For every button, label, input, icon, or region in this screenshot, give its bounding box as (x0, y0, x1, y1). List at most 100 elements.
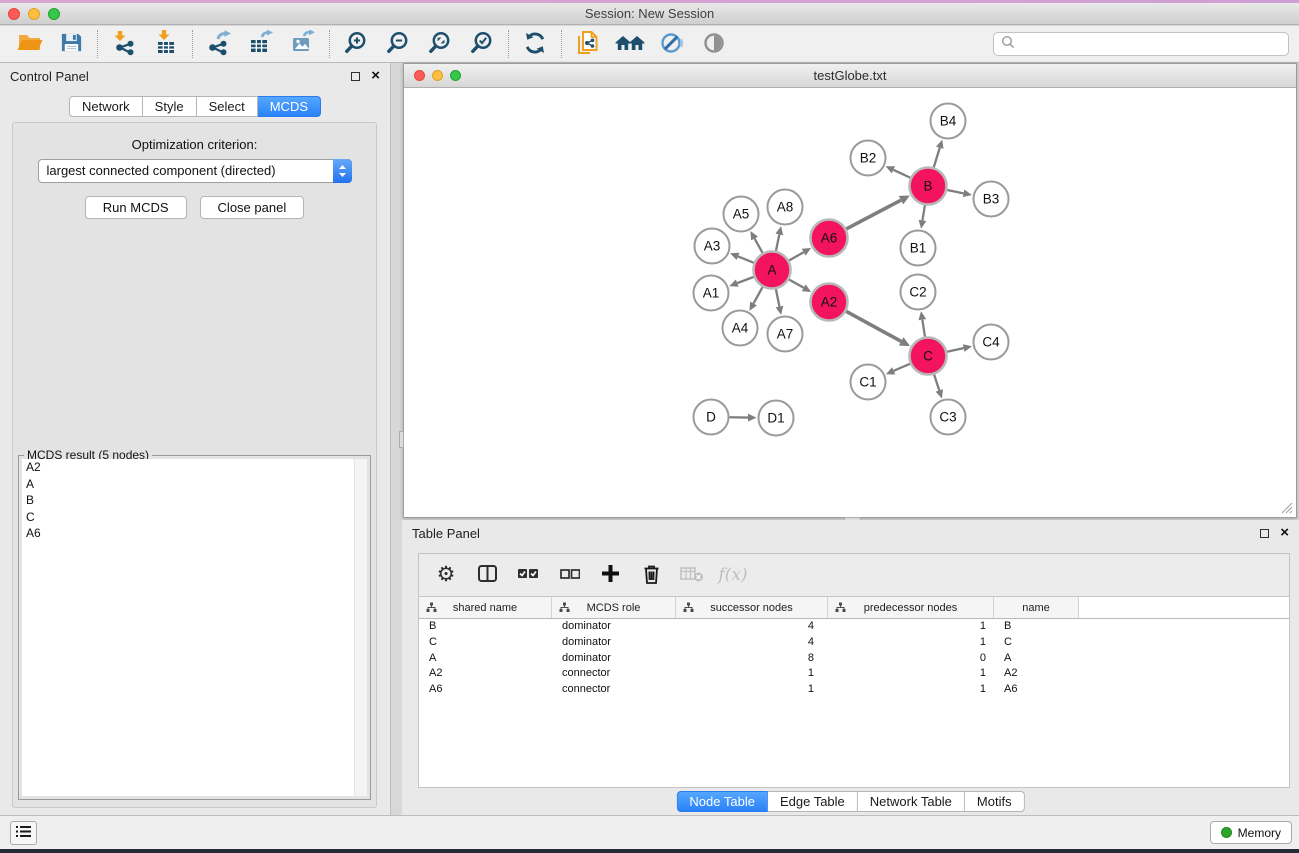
table-settings-button[interactable]: ⚙ (429, 559, 463, 591)
function-builder-button[interactable]: f(x) (716, 559, 750, 591)
export-network-button[interactable] (198, 28, 240, 60)
zoom-fit-button[interactable] (419, 28, 461, 60)
table-cell[interactable]: A (419, 651, 552, 667)
import-table-button[interactable] (145, 28, 187, 60)
tab-network-table[interactable]: Network Table (858, 791, 965, 812)
tab-select[interactable]: Select (197, 96, 258, 117)
table-cell[interactable]: 4 (676, 619, 828, 635)
hide-graphics-details-button[interactable] (651, 28, 693, 60)
table-row[interactable]: Cdominator41C (419, 635, 1289, 651)
table-cell[interactable]: 1 (828, 666, 994, 682)
table-cell[interactable]: 1 (676, 666, 828, 682)
graph-edge-C-C3[interactable] (934, 375, 939, 391)
delete-table-button[interactable] (675, 559, 709, 591)
column-header-MCDS-role[interactable]: MCDS role (552, 597, 676, 618)
deselect-all-button[interactable] (552, 559, 586, 591)
home-view-button[interactable] (609, 28, 651, 60)
mcds-result-item[interactable]: B (22, 492, 367, 509)
table-row[interactable]: Bdominator41B (419, 619, 1289, 635)
tab-mcds[interactable]: MCDS (258, 96, 321, 117)
tab-style[interactable]: Style (143, 96, 197, 117)
table-row[interactable]: A2connector11A2 (419, 666, 1289, 682)
table-cell[interactable]: C (994, 635, 1079, 651)
column-header-successor-nodes[interactable]: successor nodes (676, 597, 828, 618)
mcds-result-item[interactable]: A2 (22, 459, 367, 476)
graph-edge-A-A2[interactable] (789, 280, 804, 288)
graph-edge-A-A6[interactable] (789, 252, 804, 260)
float-table-panel-icon[interactable] (1260, 529, 1269, 538)
mcds-result-scrollbar[interactable] (354, 459, 367, 796)
close-panel-icon[interactable]: × (371, 71, 380, 81)
search-field[interactable] (993, 32, 1289, 56)
tab-node-table[interactable]: Node Table (676, 791, 768, 812)
graph-edge-C-C2[interactable] (922, 320, 925, 337)
zoom-out-button[interactable] (377, 28, 419, 60)
refresh-button[interactable] (514, 28, 556, 60)
zoom-in-button[interactable] (335, 28, 377, 60)
table-cell[interactable]: A2 (994, 666, 1079, 682)
table-cell[interactable]: 1 (828, 682, 994, 698)
graph-edge-C-C1[interactable] (894, 364, 910, 371)
table-cell[interactable]: dominator (552, 619, 676, 635)
memory-button[interactable]: Memory (1210, 821, 1292, 844)
table-cell[interactable]: B (994, 619, 1079, 635)
graph-edge-B-B1[interactable] (922, 205, 924, 220)
table-cell[interactable]: 0 (828, 651, 994, 667)
network-window-titlebar[interactable]: testGlobe.txt (404, 64, 1296, 88)
graph-edge-A6-B[interactable] (846, 200, 901, 229)
show-columns-button[interactable] (470, 559, 504, 591)
tab-network[interactable]: Network (69, 96, 143, 117)
graph-edge-A-A1[interactable] (737, 277, 754, 283)
table-cell[interactable]: A6 (419, 682, 552, 698)
table-row[interactable]: Adominator80A (419, 651, 1289, 667)
graph-edge-A-A8[interactable] (776, 234, 779, 250)
table-cell[interactable]: connector (552, 682, 676, 698)
zoom-selected-button[interactable] (461, 28, 503, 60)
show-graphics-details-button[interactable] (693, 28, 735, 60)
table-cell[interactable]: 1 (828, 619, 994, 635)
mcds-result-item[interactable]: A6 (22, 525, 367, 542)
graph-edge-A-A3[interactable] (738, 256, 754, 262)
export-image-button[interactable] (282, 28, 324, 60)
table-cell[interactable]: connector (552, 666, 676, 682)
tab-edge-table[interactable]: Edge Table (768, 791, 858, 812)
graph-edge-A-A5[interactable] (755, 238, 763, 252)
splitter-handle-left[interactable] (399, 431, 404, 448)
show-panels-button[interactable] (10, 821, 37, 845)
table-cell[interactable]: 1 (828, 635, 994, 651)
graph-edge-A-A4[interactable] (754, 287, 763, 303)
table-cell[interactable]: B (419, 619, 552, 635)
table-cell[interactable]: C (419, 635, 552, 651)
graph-edge-C-C4[interactable] (947, 348, 964, 352)
graph-edge-B-B4[interactable] (934, 148, 940, 168)
graph-edge-B-B3[interactable] (947, 190, 963, 193)
graph-edge-A-A7[interactable] (776, 289, 780, 306)
clone-network-button[interactable] (567, 28, 609, 60)
table-cell[interactable]: dominator (552, 651, 676, 667)
graph-edge-B-B2[interactable] (893, 170, 910, 178)
network-canvas[interactable]: B4B2BB3A8A5A6A3B1AA1C2A2A4A7C4CC1C3DD1 (405, 89, 1295, 516)
table-cell[interactable]: 4 (676, 635, 828, 651)
table-cell[interactable]: A6 (994, 682, 1079, 698)
graph-edge-A2-C[interactable] (846, 311, 901, 341)
criterion-dropdown[interactable]: largest connected component (directed) (38, 159, 352, 183)
column-header-shared-name[interactable]: shared name (419, 597, 552, 618)
resize-grip-icon[interactable] (1280, 501, 1293, 514)
table-row[interactable]: A6connector11A6 (419, 682, 1289, 698)
table-cell[interactable]: dominator (552, 635, 676, 651)
export-table-button[interactable] (240, 28, 282, 60)
mcds-result-item[interactable]: A (22, 476, 367, 493)
search-input[interactable] (1016, 37, 1282, 51)
open-session-button[interactable] (8, 28, 50, 60)
delete-columns-button[interactable] (634, 559, 668, 591)
import-network-button[interactable] (103, 28, 145, 60)
column-header-name[interactable]: name (994, 597, 1079, 618)
close-panel-button[interactable]: Close panel (200, 196, 305, 219)
float-panel-icon[interactable] (351, 72, 360, 81)
mcds-result-item[interactable]: C (22, 509, 367, 526)
create-column-button[interactable] (593, 559, 627, 591)
table-cell[interactable]: 1 (676, 682, 828, 698)
table-cell[interactable]: A (994, 651, 1079, 667)
run-mcds-button[interactable]: Run MCDS (85, 196, 187, 219)
tab-motifs[interactable]: Motifs (965, 791, 1025, 812)
